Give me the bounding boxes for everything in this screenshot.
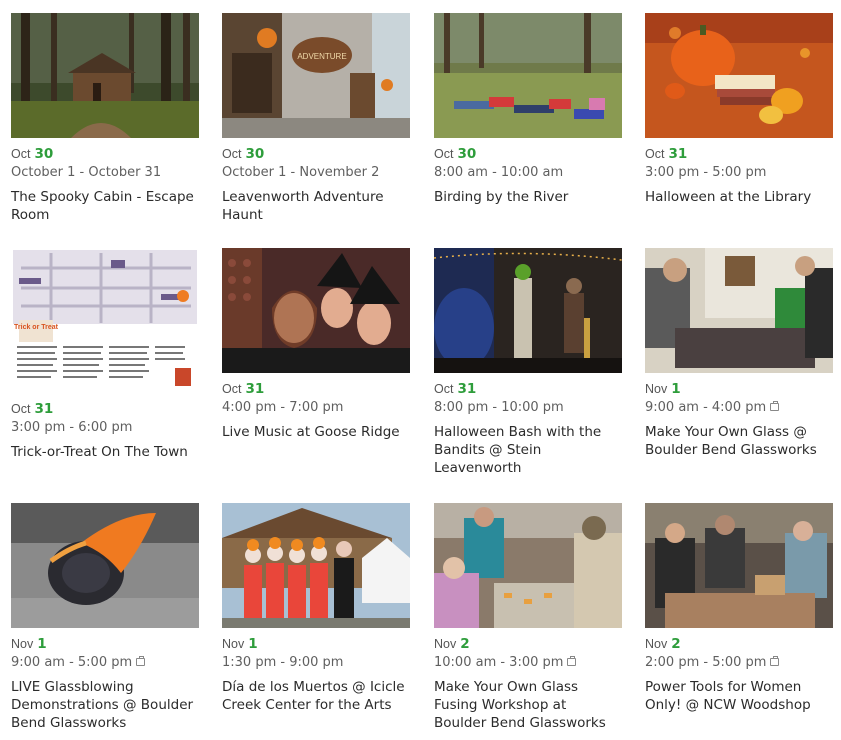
event-image-dia-de-los-muertos[interactable] [222, 503, 410, 628]
event-time: 4:00 pm - 7:00 pm [222, 400, 344, 415]
event-time: 8:00 pm - 10:00 pm [434, 400, 564, 415]
event-date: Oct 30 [11, 146, 54, 162]
event-image-witches[interactable] [222, 248, 410, 373]
event-title-link[interactable]: Leavenworth Adventure Haunt [222, 188, 410, 224]
event-image-library[interactable] [645, 13, 833, 138]
event-time: 10:00 am - 3:00 pm [434, 654, 622, 671]
event-date: Oct 30 [222, 146, 265, 162]
event-time: 3:00 pm - 5:00 pm [645, 165, 767, 180]
event-time: 9:00 am - 4:00 pm [645, 399, 833, 416]
event-title-link[interactable]: Día de los Muertos @ Icicle Creek Center… [222, 678, 410, 714]
repeat-icon [567, 656, 577, 666]
event-image-birding[interactable] [434, 13, 622, 138]
trick-or-treat-graphic: Trick or Treat [14, 324, 59, 331]
event-title-link[interactable]: Birding by the River [434, 188, 622, 206]
repeat-icon [770, 656, 780, 666]
event-title-link[interactable]: Power Tools for Women Only! @ NCW Woodsh… [645, 678, 833, 714]
event-time: October 1 - November 2 [222, 165, 380, 180]
event-title-link[interactable]: LIVE Glassblowing Demonstrations @ Bould… [11, 678, 199, 732]
event-title-link[interactable]: Make Your Own Glass @ Boulder Bend Glass… [645, 423, 833, 459]
repeat-icon [770, 401, 780, 411]
event-date: Oct 30 [434, 146, 477, 162]
event-title-link[interactable]: The Spooky Cabin - Escape Room [11, 188, 199, 224]
event-time: 2:00 pm - 5:00 pm [645, 654, 833, 671]
event-date: Nov 2 [645, 636, 681, 652]
event-image-trick-or-treat-map[interactable]: Trick or Treat [11, 248, 199, 393]
event-image-glass-fusing[interactable] [434, 503, 622, 628]
event-image-molten-glass[interactable] [11, 503, 199, 628]
event-title-link[interactable]: Live Music at Goose Ridge [222, 423, 410, 441]
event-date: Oct 31 [11, 401, 54, 417]
event-image-cabin[interactable] [11, 13, 199, 138]
event-time: 9:00 am - 5:00 pm [11, 654, 199, 671]
event-title-link[interactable]: Halloween at the Library [645, 188, 833, 206]
event-date: Oct 31 [434, 381, 477, 397]
event-image-woodshop[interactable] [645, 503, 833, 628]
event-time: 1:30 pm - 9:00 pm [222, 655, 344, 670]
repeat-icon [136, 656, 146, 666]
event-date: Nov 1 [222, 636, 258, 652]
event-time: 3:00 pm - 6:00 pm [11, 420, 133, 435]
event-time: October 1 - October 31 [11, 165, 162, 180]
event-date: Oct 31 [222, 381, 265, 397]
event-date: Nov 1 [645, 381, 681, 397]
event-title-link[interactable]: Trick-or-Treat On The Town [11, 443, 199, 461]
event-title-link[interactable]: Make Your Own Glass Fusing Workshop at B… [434, 678, 622, 732]
event-title-link[interactable]: Halloween Bash with the Bandits @ Stein … [434, 423, 622, 477]
event-image-band[interactable] [434, 248, 622, 373]
event-date: Nov 2 [434, 636, 470, 652]
event-image-haunt[interactable]: ADVENTURE [222, 13, 410, 138]
event-image-glass-workshop[interactable] [645, 248, 833, 373]
event-time: 8:00 am - 10:00 am [434, 165, 564, 180]
event-date: Oct 31 [645, 146, 688, 162]
event-date: Nov 1 [11, 636, 47, 652]
svg-text:ADVENTURE: ADVENTURE [297, 52, 346, 61]
